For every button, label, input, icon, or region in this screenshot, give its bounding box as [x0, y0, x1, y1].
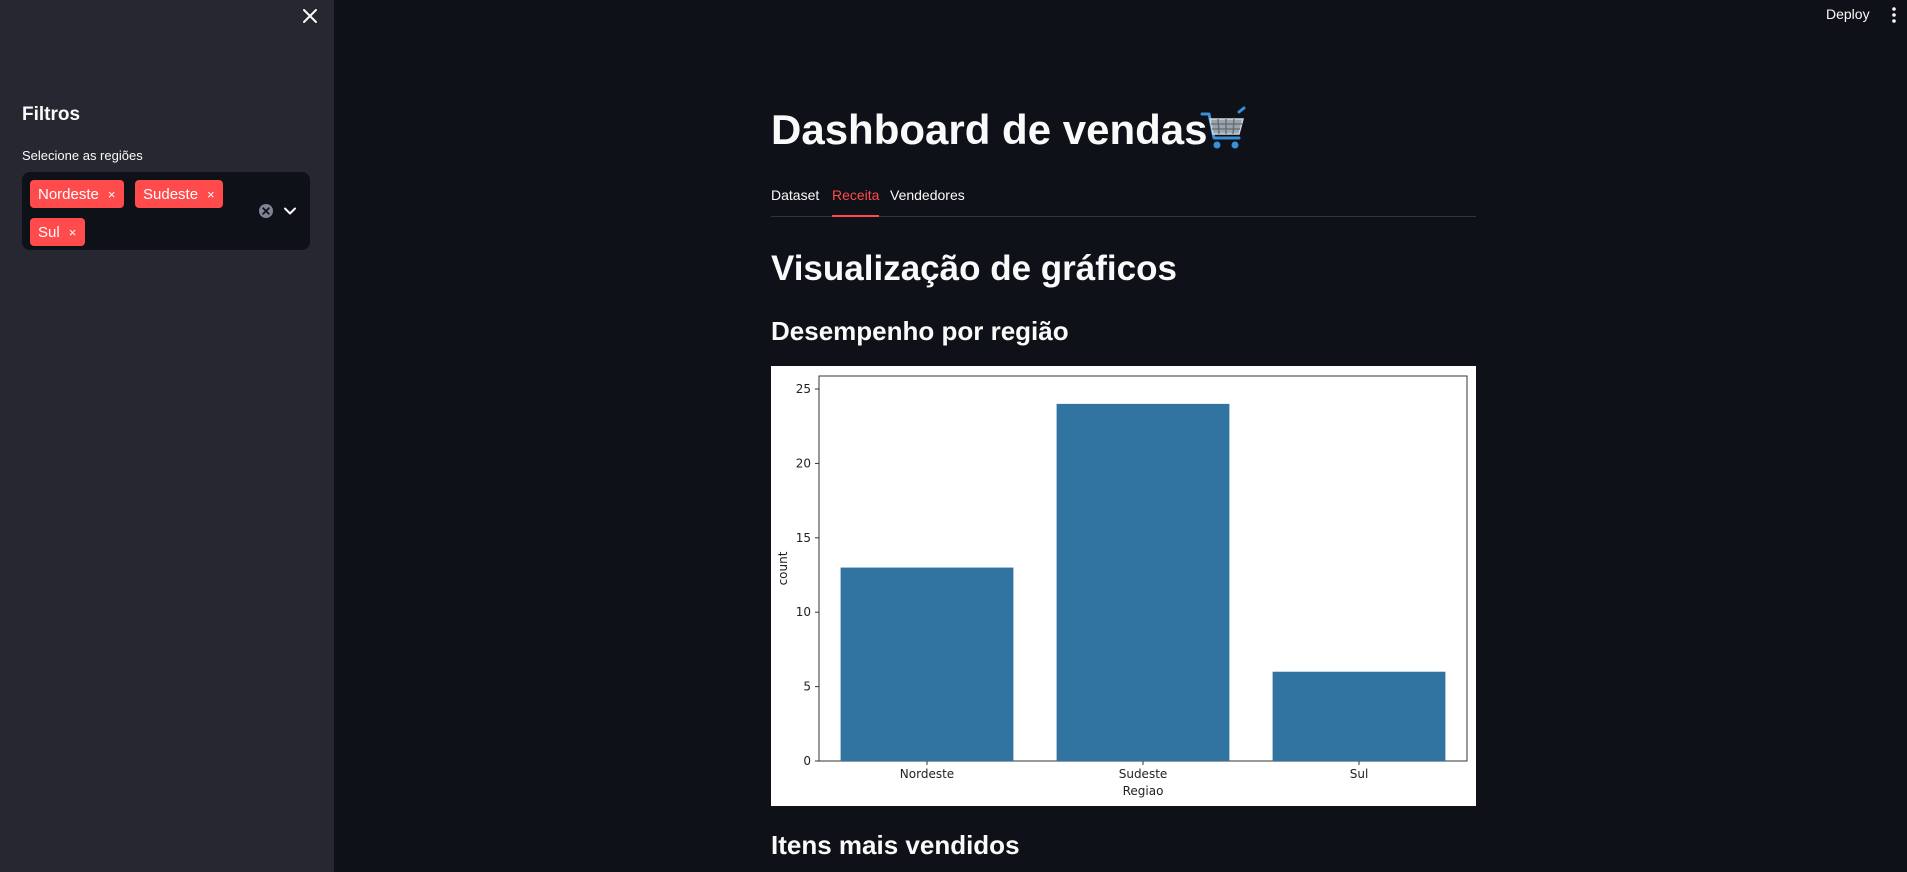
- x-tick-label: Nordeste: [900, 767, 954, 781]
- tab-receita[interactable]: Receita: [832, 187, 880, 217]
- shopping-cart-icon: [1200, 106, 1246, 149]
- tag-label: Sul: [38, 223, 60, 241]
- bar-sul: [1272, 671, 1446, 761]
- bar-chart-svg: Nordeste Sudeste Sul 0 5 10 15 20 25 Regiao count: [776, 375, 1468, 798]
- remove-tag-icon[interactable]: ×: [207, 187, 215, 202]
- x-tick-label: Sul: [1350, 767, 1369, 781]
- region-multiselect[interactable]: Nordeste × Sudeste × Sul ×: [22, 172, 310, 250]
- chevron-down-icon[interactable]: [282, 203, 298, 219]
- more-options-icon[interactable]: [1888, 4, 1900, 26]
- y-tick-label: 25: [796, 382, 811, 396]
- y-tick-label: 10: [796, 605, 811, 619]
- tab-vendedores[interactable]: Vendedores: [890, 187, 965, 217]
- tag-label: Nordeste: [38, 185, 99, 203]
- bar-nordeste: [840, 567, 1014, 761]
- tab-dataset[interactable]: Dataset: [771, 187, 819, 217]
- x-axis-label: Regiao: [1123, 784, 1164, 798]
- subsection-title: Desempenho por região: [771, 316, 1069, 346]
- remove-tag-icon[interactable]: ×: [69, 225, 77, 240]
- region-filter-label: Selecione as regiões: [22, 148, 143, 163]
- page-title: Dashboard de vendas: [771, 106, 1208, 153]
- y-tick-label: 15: [796, 531, 811, 545]
- close-sidebar-button[interactable]: [298, 4, 322, 28]
- y-tick-label: 20: [796, 456, 811, 470]
- close-icon: [303, 9, 317, 23]
- y-tick-label: 0: [803, 754, 811, 768]
- remove-tag-icon[interactable]: ×: [108, 187, 116, 202]
- tab-bar: Dataset Receita Vendedores: [771, 184, 1476, 217]
- y-axis-label: count: [776, 551, 790, 585]
- region-tag-sul[interactable]: Sul ×: [30, 218, 85, 246]
- bar-sudeste: [1056, 403, 1230, 761]
- deploy-button[interactable]: Deploy: [1826, 6, 1870, 22]
- region-tag-sudeste[interactable]: Sudeste ×: [135, 180, 223, 208]
- sidebar: Filtros Selecione as regiões Nordeste × …: [0, 0, 334, 872]
- region-performance-chart: Nordeste Sudeste Sul 0 5 10 15 20 25 Regiao count: [771, 366, 1476, 806]
- subsection-title: Itens mais vendidos: [771, 830, 1020, 860]
- x-tick-label: Sudeste: [1119, 767, 1168, 781]
- clear-all-icon[interactable]: [258, 203, 274, 219]
- tag-label: Sudeste: [143, 185, 199, 203]
- app-root: Filtros Selecione as regiões Nordeste × …: [0, 0, 1907, 872]
- region-tag-nordeste[interactable]: Nordeste ×: [30, 180, 124, 208]
- sidebar-title: Filtros: [22, 104, 81, 125]
- y-tick-label: 5: [803, 680, 811, 694]
- section-title: Visualização de gráficos: [771, 249, 1177, 288]
